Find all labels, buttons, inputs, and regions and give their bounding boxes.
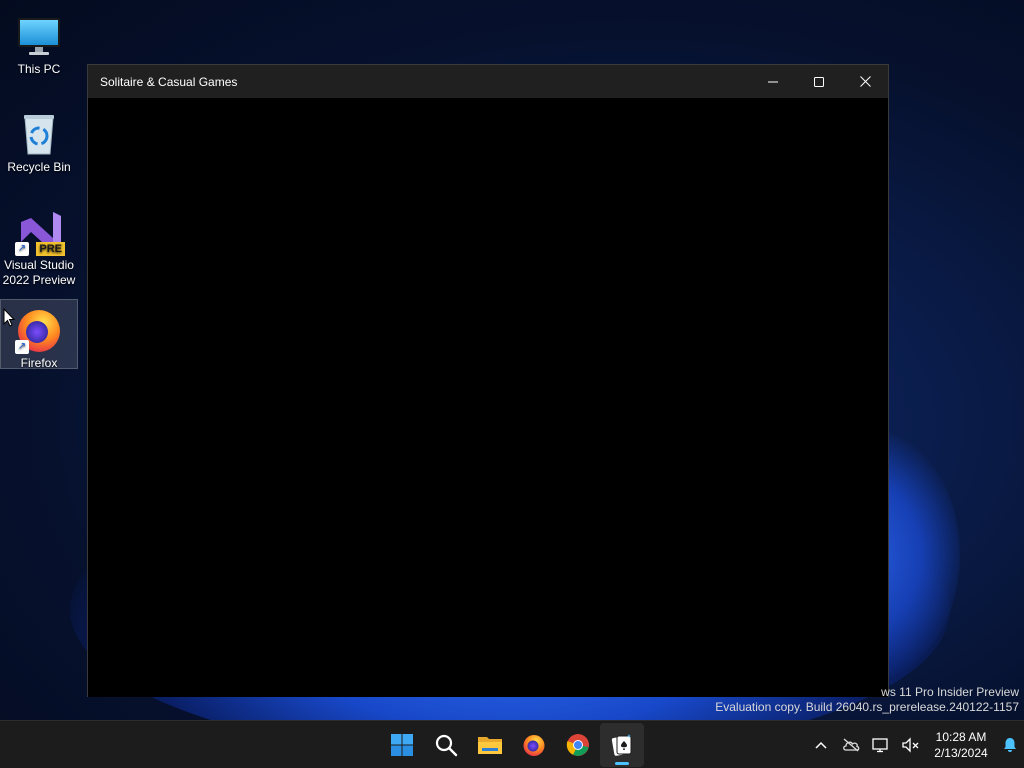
cloud-offline-icon bbox=[843, 738, 860, 752]
taskbar: 10:28 AM 2/13/2024 bbox=[0, 720, 1024, 768]
watermark-line-2: Evaluation copy. Build 26040.rs_prerelea… bbox=[715, 700, 1019, 714]
mouse-cursor-icon bbox=[3, 307, 16, 332]
start-button[interactable] bbox=[380, 723, 424, 767]
desktop-icon-label: Visual Studio 2022 Preview bbox=[2, 258, 76, 287]
system-tray: 10:28 AM 2/13/2024 bbox=[806, 721, 1024, 768]
windows-logo-icon bbox=[391, 734, 413, 756]
close-icon bbox=[859, 76, 871, 87]
solitaire-icon bbox=[611, 734, 632, 756]
desktop-icon-this-pc[interactable]: This PC bbox=[0, 6, 78, 84]
visual-studio-icon: PRE ↗ bbox=[15, 208, 65, 256]
search-button[interactable] bbox=[424, 723, 468, 767]
taskbar-apps bbox=[380, 723, 644, 767]
clock-time: 10:28 AM bbox=[935, 730, 987, 744]
window-content[interactable] bbox=[88, 98, 888, 697]
firefox-taskbar-button[interactable] bbox=[512, 723, 556, 767]
clock[interactable]: 10:28 AM 2/13/2024 bbox=[926, 729, 996, 761]
firefox-icon: ↗ bbox=[15, 306, 63, 354]
show-hidden-icons-button[interactable] bbox=[806, 721, 836, 768]
watermark-line-1: ws 11 Pro Insider Preview bbox=[881, 685, 1019, 699]
recycle-bin-icon bbox=[15, 110, 63, 158]
solitaire-taskbar-button[interactable] bbox=[600, 723, 644, 767]
firefox-icon bbox=[523, 735, 545, 756]
volume-button[interactable] bbox=[896, 721, 926, 768]
search-icon bbox=[435, 734, 458, 757]
chevron-up-icon bbox=[815, 741, 827, 749]
desktop-icon-visual-studio[interactable]: PRE ↗ Visual Studio 2022 Preview bbox=[0, 202, 78, 296]
maximize-button[interactable] bbox=[796, 65, 842, 98]
network-button[interactable] bbox=[866, 721, 896, 768]
onedrive-button[interactable] bbox=[836, 721, 866, 768]
desktop-icon-label: Firefox bbox=[20, 356, 58, 370]
bell-icon bbox=[1004, 738, 1016, 752]
desktop-icon-label: Recycle Bin bbox=[7, 160, 71, 174]
desktop-icon-label: This PC bbox=[17, 62, 61, 76]
folder-icon bbox=[478, 737, 502, 754]
volume-muted-icon bbox=[902, 737, 919, 753]
minimize-icon bbox=[768, 81, 778, 82]
shortcut-arrow-icon: ↗ bbox=[15, 242, 29, 256]
clock-date: 2/13/2024 bbox=[934, 746, 988, 760]
minimize-button[interactable] bbox=[750, 65, 796, 98]
network-icon bbox=[872, 738, 888, 753]
close-button[interactable] bbox=[842, 65, 888, 98]
chrome-icon bbox=[566, 734, 589, 756]
shortcut-arrow-icon: ↗ bbox=[15, 340, 29, 354]
maximize-icon bbox=[814, 76, 824, 87]
preview-badge: PRE bbox=[36, 242, 65, 256]
desktop-icon-recycle-bin[interactable]: Recycle Bin bbox=[0, 104, 78, 182]
monitor-icon bbox=[15, 12, 63, 60]
solitaire-window[interactable]: Solitaire & Casual Games bbox=[87, 64, 889, 697]
window-titlebar[interactable]: Solitaire & Casual Games bbox=[88, 65, 888, 98]
evaluation-watermark: ws 11 Pro Insider Preview Evaluation cop… bbox=[715, 685, 1019, 715]
chrome-taskbar-button[interactable] bbox=[556, 723, 600, 767]
file-explorer-button[interactable] bbox=[468, 723, 512, 767]
window-title: Solitaire & Casual Games bbox=[100, 74, 238, 89]
notifications-button[interactable] bbox=[996, 721, 1024, 768]
